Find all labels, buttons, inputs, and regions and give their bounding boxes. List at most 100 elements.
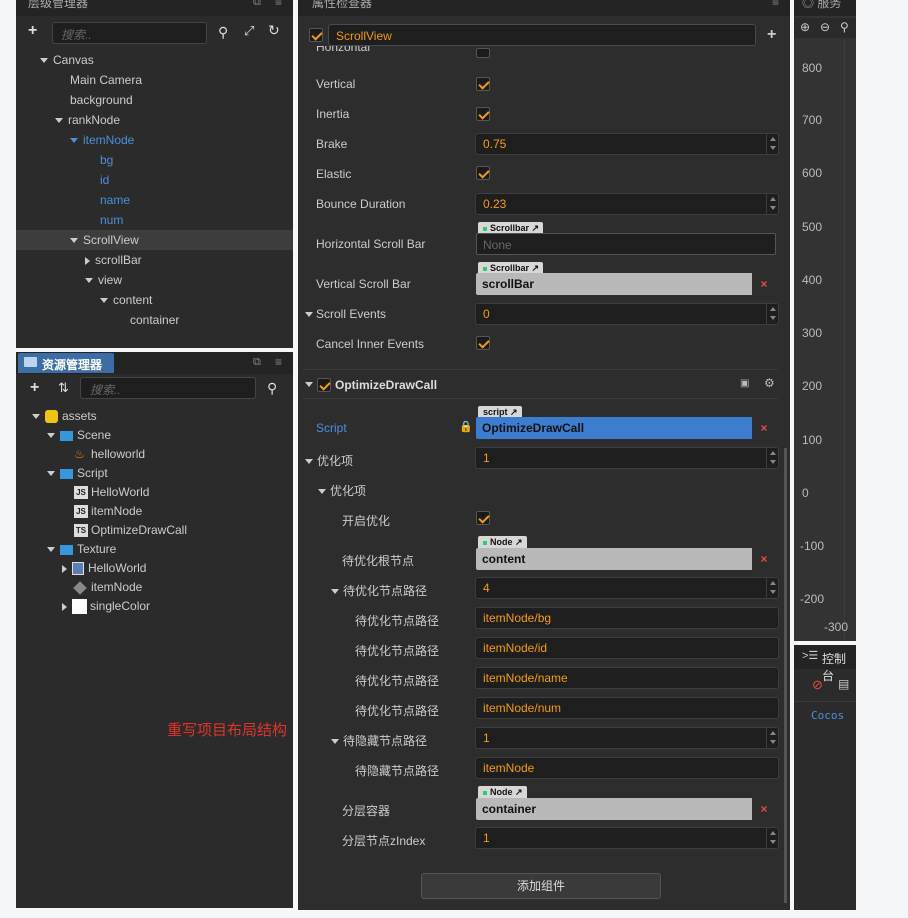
refresh-icon[interactable]: ↻	[268, 22, 280, 39]
collapse-icon[interactable]	[47, 471, 55, 477]
prop-opt-items[interactable]: 优化项	[305, 452, 353, 469]
collapse-icon[interactable]	[85, 278, 93, 284]
asset-item[interactable]: Script	[47, 463, 108, 483]
collapse-icon[interactable]	[32, 414, 40, 420]
collapse-icon[interactable]	[331, 589, 339, 595]
tree-node-selected[interactable]: ScrollView	[70, 230, 139, 250]
inertia-checkbox[interactable]	[476, 107, 490, 121]
zoom-reset-icon[interactable]: ⚲	[840, 20, 849, 34]
menu-icon[interactable]: ≡	[275, 0, 282, 9]
stepper-icon[interactable]	[766, 134, 778, 154]
add-component-icon[interactable]: +	[767, 26, 776, 44]
tree-node[interactable]: content	[100, 290, 152, 310]
add-asset-icon[interactable]: +	[30, 379, 39, 397]
search-icon[interactable]: ⚲	[267, 380, 277, 397]
collapse-icon[interactable]	[318, 489, 326, 495]
asset-item[interactable]: Texture	[47, 539, 116, 559]
asset-item[interactable]: JS itemNode	[74, 501, 142, 521]
bounce-input[interactable]: 0.23	[475, 193, 779, 215]
popout-icon[interactable]: ⧉	[253, 356, 261, 369]
add-component-button[interactable]: 添加组件	[421, 873, 661, 899]
search-icon[interactable]: ⚲	[218, 24, 228, 41]
zindex-input[interactable]: 1	[475, 827, 779, 849]
stepper-icon[interactable]	[766, 728, 778, 748]
scene-tab[interactable]: ◎ 服务	[802, 0, 841, 11]
menu-icon[interactable]: ≡	[275, 355, 282, 369]
tree-node[interactable]: num	[100, 210, 123, 230]
collapse-icon[interactable]	[47, 433, 55, 439]
help-icon[interactable]: ▣	[740, 378, 749, 389]
vertical-checkbox[interactable]	[476, 77, 490, 91]
zoom-in-icon[interactable]: ⊕	[800, 20, 810, 34]
inspector-scrollbar[interactable]	[784, 448, 787, 903]
asset-item[interactable]: ♨ helloworld	[74, 444, 145, 464]
hierarchy-search-input[interactable]: 搜索..	[52, 22, 207, 44]
node-active-checkbox[interactable]	[309, 28, 323, 42]
layer-ref-field[interactable]: container ×	[476, 798, 776, 820]
expand-icon[interactable]	[62, 564, 67, 573]
script-ref-field[interactable]: OptimizeDrawCall ×	[476, 417, 776, 439]
stepper-icon[interactable]	[766, 448, 778, 468]
tree-node[interactable]: scrollBar	[85, 250, 142, 270]
opt-items-input[interactable]: 1	[475, 447, 779, 469]
prop-events[interactable]: Scroll Events	[305, 307, 386, 321]
path-input[interactable]: itemNode/id	[475, 637, 779, 659]
path-input[interactable]: itemNode/name	[475, 667, 779, 689]
stepper-icon[interactable]	[766, 828, 778, 848]
sort-icon[interactable]: ⇅	[58, 380, 69, 396]
collapse-icon[interactable]	[70, 238, 78, 244]
stepper-icon[interactable]	[766, 304, 778, 324]
events-input[interactable]: 0	[475, 303, 779, 325]
asset-item[interactable]: singleColor	[62, 596, 150, 616]
asset-item[interactable]: itemNode	[73, 577, 142, 597]
tree-node[interactable]: Main Camera	[70, 70, 142, 90]
hidden-path-input[interactable]: itemNode	[475, 757, 779, 779]
tree-node[interactable]: id	[100, 170, 109, 190]
stepper-icon[interactable]	[766, 578, 778, 598]
root-ref-field[interactable]: content ×	[476, 548, 776, 570]
collapse-icon[interactable]	[305, 459, 313, 465]
tree-node[interactable]: itemNode	[70, 130, 134, 150]
brake-input[interactable]: 0.75	[475, 133, 779, 155]
expand-icon[interactable]	[62, 602, 67, 611]
asset-item[interactable]: assets	[32, 406, 97, 426]
prop-hidden[interactable]: 待隐藏节点路径	[331, 732, 427, 749]
enable-checkbox[interactable]	[476, 511, 490, 525]
component-header[interactable]: OptimizeDrawCall ▣ ⚙	[303, 374, 778, 396]
collapse-icon[interactable]	[305, 382, 313, 387]
tree-node[interactable]: Canvas	[40, 50, 94, 70]
open-log-icon[interactable]: ▤	[838, 677, 849, 691]
tree-node[interactable]: bg	[100, 150, 113, 170]
clear-console-icon[interactable]: ⊘	[812, 677, 823, 693]
zoom-out-icon[interactable]: ⊖	[820, 20, 830, 34]
hidden-count-input[interactable]: 1	[475, 727, 779, 749]
component-enabled-checkbox[interactable]	[317, 378, 331, 392]
menu-icon[interactable]: ≡	[772, 0, 779, 9]
popout-icon[interactable]: ⧉	[253, 0, 261, 9]
cancel-checkbox[interactable]	[476, 336, 490, 350]
paths-count-input[interactable]: 4	[475, 577, 779, 599]
vscroll-ref-field[interactable]: scrollBar ×	[476, 273, 776, 295]
prop-paths[interactable]: 待优化节点路径	[331, 582, 427, 599]
collapse-icon[interactable]	[40, 58, 48, 64]
tree-node[interactable]: rankNode	[55, 110, 120, 130]
assets-search-input[interactable]: 搜索..	[80, 377, 256, 399]
asset-item[interactable]: TS OptimizeDrawCall	[74, 520, 187, 540]
collapse-icon[interactable]	[55, 118, 63, 124]
path-input[interactable]: itemNode/num	[475, 697, 779, 719]
hscroll-ref-field[interactable]: None	[476, 233, 776, 255]
prop-opt-item[interactable]: 优化项	[318, 482, 366, 499]
tree-node[interactable]: name	[100, 190, 130, 210]
horizontal-checkbox[interactable]	[476, 48, 490, 58]
collapse-icon[interactable]	[70, 138, 78, 144]
clear-icon[interactable]: ×	[752, 417, 776, 439]
tree-node[interactable]: view	[85, 270, 122, 290]
tree-node[interactable]: background	[70, 90, 133, 110]
collapse-icon[interactable]	[331, 739, 339, 745]
inspector-title[interactable]: 属性检查器	[312, 0, 372, 11]
collapse-icon[interactable]	[100, 298, 108, 304]
clear-icon[interactable]: ×	[752, 798, 776, 820]
collapse-icon[interactable]	[305, 312, 313, 318]
asset-item[interactable]: HelloWorld	[62, 558, 146, 578]
collapse-icon[interactable]	[47, 547, 55, 553]
